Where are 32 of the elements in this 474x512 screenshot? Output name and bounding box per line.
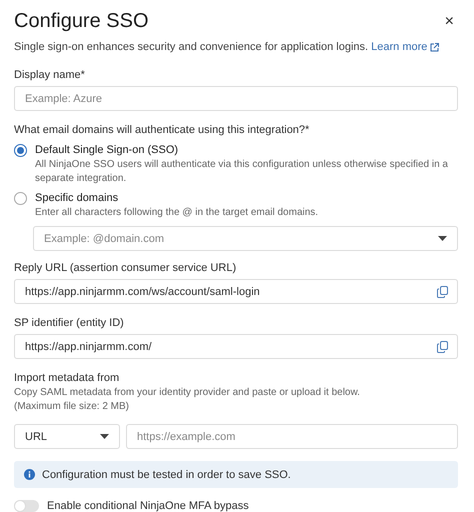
option-label: Specific domains <box>35 192 120 204</box>
radio-button[interactable] <box>14 144 27 157</box>
option-description: Enter all characters following the @ in the target email domains. <box>35 206 318 220</box>
copy-icon[interactable] <box>437 286 448 298</box>
size-note: (Maximum file size: 2 MB) <box>14 400 130 414</box>
source-select[interactable]: URL <box>14 424 120 449</box>
copy-icon[interactable] <box>437 341 448 353</box>
caret-icon <box>100 434 109 440</box>
section-label: Import metadata from <box>14 372 120 384</box>
toggle-label: Enable conditional NinjaOne MFA bypass <box>47 500 249 512</box>
dialog-description: Single sign-on enhances security and convenience for application logins. Learn more <box>14 41 458 53</box>
dialog-title: Configure SSO <box>14 10 149 33</box>
caret-icon <box>438 236 447 242</box>
option-label: Default Single Sign-on (SSO) <box>35 144 180 156</box>
info-text: Configuration must be tested in order to save SSO. <box>42 468 291 480</box>
learn-more-link[interactable]: Learn more <box>371 41 440 53</box>
display-name-field[interactable]: Example: Azure <box>14 86 458 111</box>
url-field[interactable]: https://app.ninjarmm.com/ws/account/saml-login <box>14 279 458 304</box>
toggle-switch[interactable] <box>14 500 39 512</box>
metadata-url-field[interactable]: https://example.com <box>126 424 458 449</box>
field-label: Display name* <box>14 69 86 81</box>
info-icon <box>24 469 35 480</box>
radio-button[interactable] <box>14 192 27 205</box>
field-label: Reply URL (assertion consumer service URL) <box>14 262 238 274</box>
field-label: SP identifier (entity ID) <box>14 317 125 329</box>
import-description: Copy SAML metadata from your identity provider and paste or upload it below. <box>14 386 361 400</box>
domain-select[interactable]: Example: @domain.com <box>33 226 458 251</box>
option-description: All NinjaOne SSO users will authenticate via this configuration unless otherwise specified in a separate integration. <box>35 158 449 186</box>
external-link-icon <box>430 42 440 52</box>
close-button[interactable]: × <box>440 12 458 30</box>
url-field[interactable]: https://app.ninjarmm.com/ <box>14 334 458 359</box>
question-label: What email domains will authenticate using this integration?* <box>14 124 310 136</box>
